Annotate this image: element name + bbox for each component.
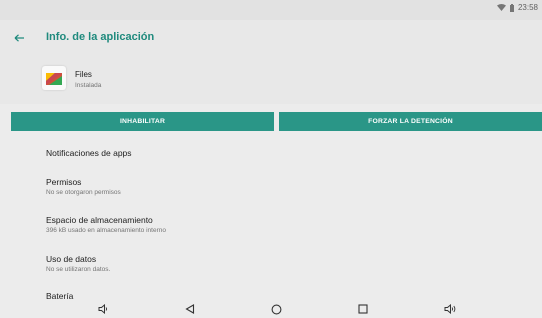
app-install-status: Instalada <box>75 82 102 89</box>
wifi-icon <box>496 4 506 11</box>
app-name: Files <box>75 70 92 79</box>
app-info-header: Info. de la aplicación Files Instalada <box>0 20 542 104</box>
data-usage-subtitle: No se utilizaron datos. <box>46 266 111 273</box>
status-bar: 23:58 <box>0 0 542 20</box>
files-app-icon <box>42 66 66 90</box>
arrow-left-icon <box>14 29 24 47</box>
permissions-subtitle: No se otorgaron permisos <box>46 189 121 196</box>
data-usage-title: Uso de datos <box>46 254 97 264</box>
storage-title: Espacio de almacenamiento <box>46 215 153 225</box>
notifications-setting[interactable]: Notificaciones de apps <box>46 148 132 158</box>
volume-up-icon[interactable] <box>443 303 457 315</box>
status-time: 23:58 <box>517 3 538 12</box>
permissions-title: Permisos <box>46 177 82 187</box>
volume-down-icon[interactable] <box>96 303 110 315</box>
storage-subtitle: 396 kB usado en almacenamiento interno <box>46 227 166 234</box>
navigation-bar <box>0 300 542 318</box>
notifications-title: Notificaciones de apps <box>46 148 132 158</box>
disable-button[interactable]: INHABILITAR <box>11 112 274 131</box>
data-usage-setting[interactable]: Uso de datos No se utilizaron datos. <box>46 254 110 273</box>
page-title: Info. de la aplicación <box>46 31 155 43</box>
force-stop-button[interactable]: FORZAR LA DETENCIÓN <box>279 112 542 131</box>
permissions-setting[interactable]: Permisos No se otorgaron permisos <box>46 177 121 196</box>
status-icons: 23:58 <box>496 3 538 12</box>
home-circle-icon[interactable] <box>269 303 283 315</box>
back-triangle-icon[interactable] <box>183 303 197 315</box>
recents-square-icon[interactable] <box>356 303 370 315</box>
battery-icon <box>509 3 514 12</box>
back-button[interactable] <box>8 30 30 46</box>
storage-setting[interactable]: Espacio de almacenamiento 396 kB usado e… <box>46 215 166 234</box>
